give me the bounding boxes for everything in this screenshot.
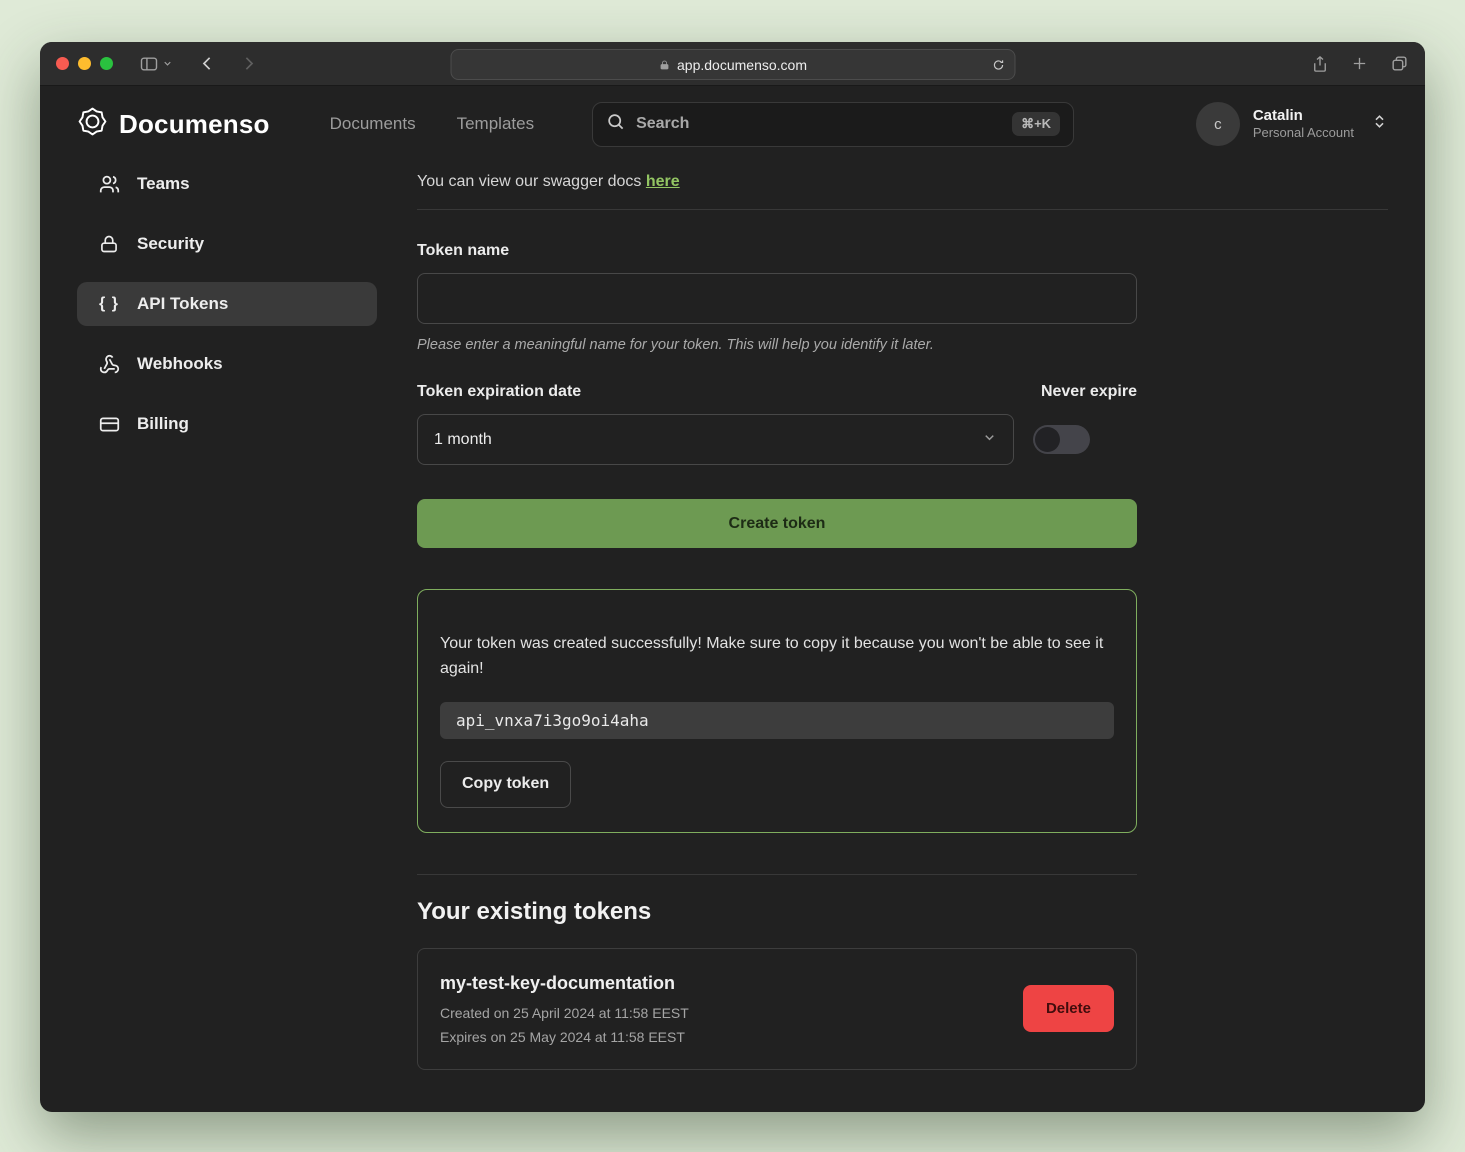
expiration-label: Token expiration date <box>417 383 581 401</box>
account-name: Catalin <box>1253 106 1354 126</box>
token-card-expires: Expires on 25 May 2024 at 11:58 EEST <box>440 1029 689 1045</box>
share-icon[interactable] <box>1311 55 1329 73</box>
top-nav: Documents Templates <box>330 114 534 134</box>
divider <box>417 209 1388 210</box>
avatar: c <box>1196 102 1240 146</box>
token-card-name: my-test-key-documentation <box>440 973 689 994</box>
traffic-lights <box>56 57 113 70</box>
settings-sidebar: Teams Security { } API Tokens Webhooks <box>77 162 377 1112</box>
sidebar-item-security[interactable]: Security <box>77 222 377 266</box>
delete-token-button[interactable]: Delete <box>1023 985 1114 1032</box>
chevron-up-down-icon <box>1371 113 1388 135</box>
create-token-button[interactable]: Create token <box>417 499 1137 548</box>
expiration-select[interactable]: 1 month <box>417 414 1014 465</box>
close-window-button[interactable] <box>56 57 69 70</box>
documenso-logo-icon <box>77 106 108 142</box>
forward-button[interactable] <box>240 55 257 72</box>
token-name-helper: Please enter a meaningful name for your … <box>417 337 1137 353</box>
token-card: my-test-key-documentation Created on 25 … <box>417 948 1137 1070</box>
api-tokens-panel: You can view our swagger docs here Token… <box>377 162 1388 1112</box>
search-shortcut-badge: ⌘+K <box>1012 112 1060 136</box>
lock-icon <box>658 59 670 71</box>
search-input[interactable]: Search ⌘+K <box>592 102 1074 147</box>
copy-token-button[interactable]: Copy token <box>440 761 571 808</box>
browser-window: app.documenso.com <box>40 42 1425 1112</box>
token-name-input[interactable] <box>417 273 1137 324</box>
users-icon <box>98 174 120 195</box>
back-button[interactable] <box>199 55 216 72</box>
never-expire-toggle[interactable] <box>1033 425 1090 454</box>
sidebar-chevron-down-icon[interactable] <box>162 58 173 69</box>
lock-icon <box>98 234 120 254</box>
token-created-message: Your token was created successfully! Mak… <box>440 632 1114 682</box>
sidebar-item-api-tokens[interactable]: { } API Tokens <box>77 282 377 326</box>
token-created-alert: Your token was created successfully! Mak… <box>417 589 1137 833</box>
sidebar-toggle-icon[interactable] <box>139 54 159 74</box>
account-type: Personal Account <box>1253 125 1354 142</box>
sidebar-item-billing[interactable]: Billing <box>77 402 377 446</box>
address-bar[interactable]: app.documenso.com <box>450 49 1015 80</box>
never-expire-label: Never expire <box>1041 383 1137 401</box>
sidebar-item-label: API Tokens <box>137 294 228 314</box>
page-body: Teams Security { } API Tokens Webhooks <box>40 162 1425 1112</box>
expiration-selected-value: 1 month <box>434 431 492 449</box>
chevron-down-icon <box>982 430 997 450</box>
swagger-docs-note: You can view our swagger docs here <box>417 173 1388 191</box>
nav-templates[interactable]: Templates <box>457 114 534 134</box>
nav-documents[interactable]: Documents <box>330 114 416 134</box>
brand[interactable]: Documenso <box>77 106 270 142</box>
minimize-window-button[interactable] <box>78 57 91 70</box>
sidebar-item-teams[interactable]: Teams <box>77 162 377 206</box>
sidebar-item-label: Webhooks <box>137 354 223 374</box>
sidebar-item-webhooks[interactable]: Webhooks <box>77 342 377 386</box>
toggle-knob <box>1035 427 1060 452</box>
braces-icon: { } <box>98 295 120 313</box>
existing-tokens-heading: Your existing tokens <box>417 898 1137 926</box>
credit-card-icon <box>98 414 120 435</box>
search-placeholder: Search <box>636 115 689 133</box>
account-menu[interactable]: c Catalin Personal Account <box>1196 102 1388 146</box>
sidebar-item-label: Security <box>137 234 204 254</box>
sidebar-item-label: Billing <box>137 414 189 434</box>
reload-icon[interactable] <box>991 58 1005 72</box>
webhook-icon <box>98 354 120 375</box>
divider <box>417 874 1137 875</box>
token-card-created: Created on 25 April 2024 at 11:58 EEST <box>440 1005 689 1021</box>
new-tab-icon[interactable] <box>1351 55 1368 72</box>
tab-overview-icon[interactable] <box>1390 54 1409 73</box>
sidebar-item-label: Teams <box>137 174 190 194</box>
swagger-docs-link[interactable]: here <box>646 173 680 190</box>
swagger-text: You can view our swagger docs <box>417 173 646 190</box>
brand-name: Documenso <box>119 109 270 140</box>
token-name-label: Token name <box>417 242 1137 260</box>
browser-titlebar: app.documenso.com <box>40 42 1425 86</box>
search-icon <box>606 112 625 136</box>
fullscreen-window-button[interactable] <box>100 57 113 70</box>
token-value-field[interactable]: api_vnxa7i3go9oi4aha <box>440 702 1114 739</box>
url-text: app.documenso.com <box>677 57 807 73</box>
app-header: Documenso Documents Templates Search ⌘+K… <box>40 86 1425 162</box>
